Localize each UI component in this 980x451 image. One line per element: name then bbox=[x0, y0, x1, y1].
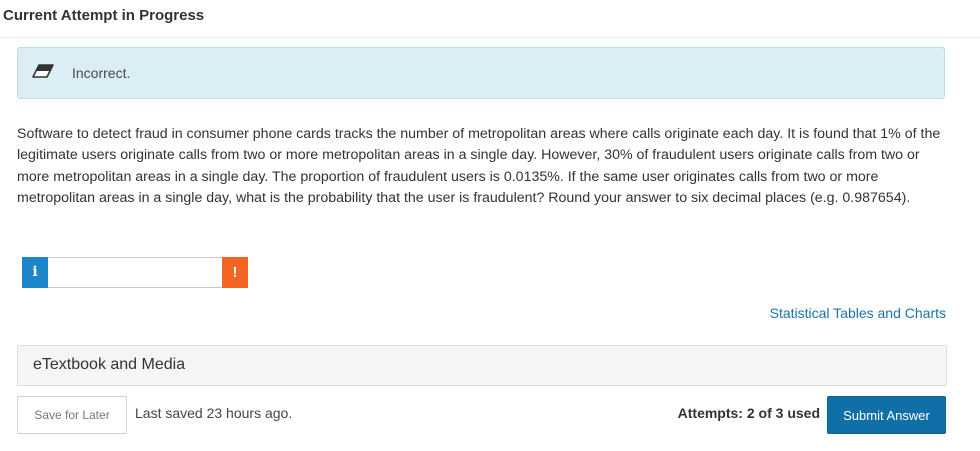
feedback-text: Incorrect. bbox=[72, 65, 131, 81]
header-divider bbox=[0, 37, 980, 38]
eraser-icon bbox=[32, 64, 54, 80]
answer-field-group: i ! bbox=[22, 257, 248, 288]
warning-icon[interactable]: ! bbox=[222, 257, 248, 288]
etextbook-media-label: eTextbook and Media bbox=[33, 356, 186, 373]
statistical-tables-link[interactable]: Statistical Tables and Charts bbox=[770, 305, 946, 321]
last-saved-status: Last saved 23 hours ago. bbox=[135, 405, 293, 421]
info-icon[interactable]: i bbox=[22, 257, 48, 288]
submit-answer-button[interactable]: Submit Answer bbox=[827, 396, 946, 434]
save-for-later-button[interactable]: Save for Later bbox=[17, 396, 127, 434]
question-text: Software to detect fraud in consumer pho… bbox=[17, 126, 941, 206]
etextbook-media-bar[interactable]: eTextbook and Media bbox=[17, 345, 947, 386]
page-title: Current Attempt in Progress bbox=[3, 7, 205, 24]
answer-input[interactable] bbox=[48, 257, 222, 288]
feedback-banner: Incorrect. bbox=[17, 47, 945, 99]
attempts-counter: Attempts: 2 of 3 used bbox=[677, 405, 820, 421]
